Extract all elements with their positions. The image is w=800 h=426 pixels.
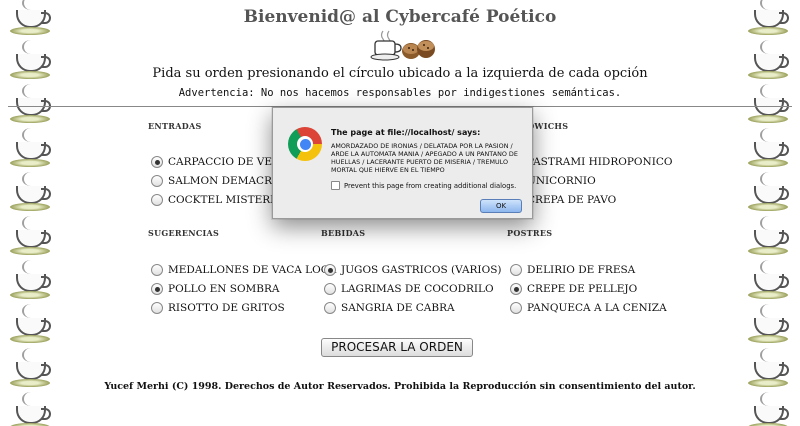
page-title: Bienvenid@ al Cybercafé Poético (243, 7, 557, 27)
option-label: POLLO EN SOMBRA (168, 283, 280, 295)
prevent-dialogs-checkbox[interactable] (331, 181, 340, 190)
coffee-cup-icon (746, 260, 792, 306)
radio-button[interactable] (151, 264, 163, 276)
order-instructions: Pida su orden presionando el círculo ubi… (152, 66, 648, 81)
radio-button[interactable] (151, 283, 163, 295)
coffee-cup-icon (746, 172, 792, 218)
option-label: DELIRIO DE FRESA (527, 264, 636, 276)
copyright-footer: Yucef Merhi (C) 1998. Derechos de Autor … (104, 381, 696, 392)
radio-button[interactable] (510, 264, 522, 276)
coffee-and-muffins-image (370, 30, 435, 61)
option-postres-1[interactable]: DELIRIO DE FRESA (510, 264, 635, 276)
radio-button[interactable] (151, 175, 163, 187)
section-title-bebidas: BEBIDAS (321, 228, 366, 238)
radio-button[interactable] (324, 264, 336, 276)
dialog-title: The page at file://localhost/ says: (331, 128, 481, 137)
warning-text: Advertencia: No nos hacemos responsables… (178, 87, 622, 99)
section-title-sugerencias: SUGERENCIAS (148, 228, 220, 238)
coffee-cup-icon (8, 172, 54, 218)
right-cup-border (740, 0, 800, 426)
ok-button[interactable]: OK (480, 199, 522, 213)
option-sandwiches-1[interactable]: PASTRAMI HIDROPONICO (510, 156, 673, 168)
option-sugerencias-2[interactable]: POLLO EN SOMBRA (151, 283, 280, 295)
option-label: LAGRIMAS DE COCODRILO (341, 283, 494, 295)
option-sugerencias-3[interactable]: RISOTTO DE GRITOS (151, 302, 285, 314)
coffee-cup-icon (746, 392, 792, 426)
option-label: UNICORNIO (527, 175, 596, 187)
radio-button[interactable] (510, 302, 522, 314)
option-postres-3[interactable]: PANQUECA A LA CENIZA (510, 302, 667, 314)
coffee-cup-icon (8, 260, 54, 306)
left-cup-border (0, 0, 60, 426)
alert-dialog: The page at file://localhost/ says: AMOR… (272, 107, 533, 219)
option-bebidas-1[interactable]: JUGOS GASTRICOS (VARIOS) (324, 264, 501, 276)
prevent-dialogs-checkbox-row[interactable]: Prevent this page from creating addition… (331, 181, 516, 190)
option-bebidas-3[interactable]: SANGRIA DE CABRA (324, 302, 455, 314)
option-label: MEDALLONES DE VACA LOCA (168, 264, 337, 276)
radio-button[interactable] (151, 194, 163, 206)
radio-button[interactable] (510, 283, 522, 295)
section-title-entradas: ENTRADAS (148, 121, 202, 131)
coffee-cup-icon (746, 128, 792, 174)
option-label: RISOTTO DE GRITOS (168, 302, 285, 314)
radio-button[interactable] (324, 302, 336, 314)
option-postres-2[interactable]: CREPE DE PELLEJO (510, 283, 637, 295)
dialog-message: AMORDAZADO DE IRONIAS / DELATADA POR LA … (331, 142, 518, 174)
coffee-cup-icon (8, 304, 54, 350)
option-label: JUGOS GASTRICOS (VARIOS) (341, 264, 502, 276)
option-label: SANGRIA DE CABRA (341, 302, 455, 314)
section-title-postres: POSTRES (507, 228, 553, 238)
coffee-cup-icon (8, 392, 54, 426)
chrome-icon (288, 127, 322, 161)
coffee-cup-icon (8, 216, 54, 262)
coffee-cup-icon (746, 304, 792, 350)
option-label: PANQUECA A LA CENIZA (527, 302, 667, 314)
option-label: CREPE DE PELLEJO (527, 283, 638, 295)
option-label: CREPA DE PAVO (527, 194, 617, 206)
radio-button[interactable] (151, 156, 163, 168)
radio-button[interactable] (324, 283, 336, 295)
option-label: PASTRAMI HIDROPONICO (527, 156, 673, 168)
coffee-cup-icon (746, 216, 792, 262)
checkbox-label: Prevent this page from creating addition… (344, 181, 517, 190)
option-bebidas-2[interactable]: LAGRIMAS DE COCODRILO (324, 283, 494, 295)
coffee-cup-icon (8, 128, 54, 174)
submit-order-button[interactable]: PROCESAR LA ORDEN (321, 338, 473, 357)
option-sugerencias-1[interactable]: MEDALLONES DE VACA LOCA (151, 264, 336, 276)
radio-button[interactable] (151, 302, 163, 314)
